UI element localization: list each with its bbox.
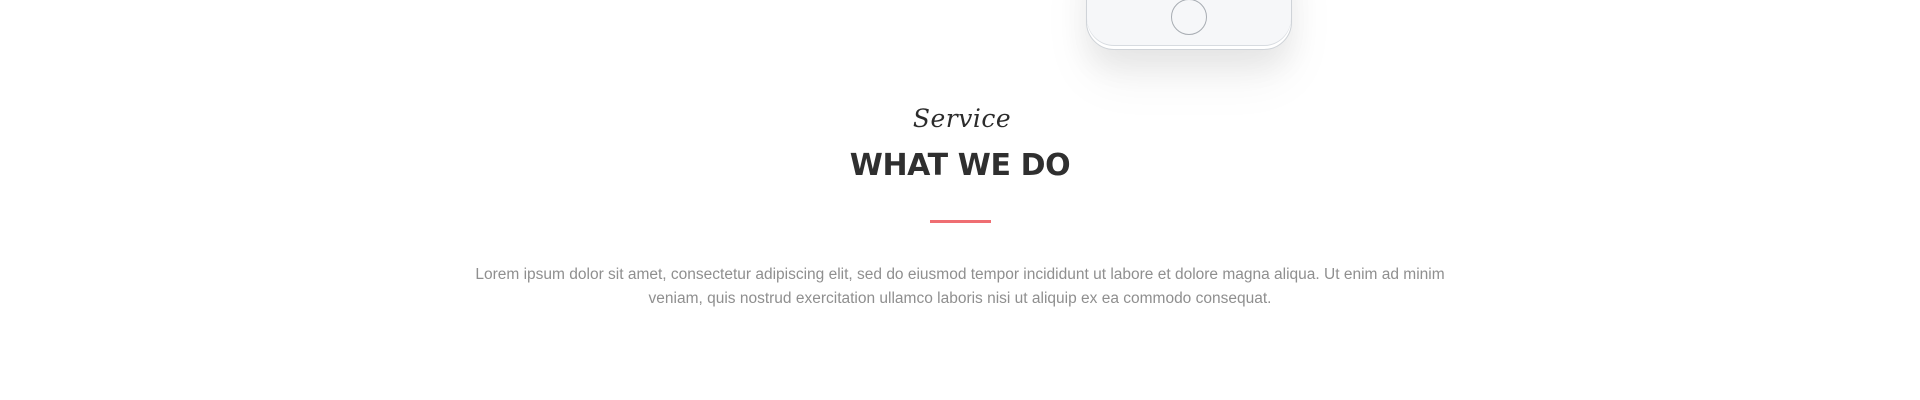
section-description: Lorem ipsum dolor sit amet, consectetur …: [475, 266, 1445, 307]
what-we-do-section: Service WHAT WE DO Lorem ipsum dolor sit…: [0, 0, 1920, 400]
section-title: WHAT WE DO: [849, 148, 1071, 183]
accent-divider: [930, 220, 991, 223]
section-eyebrow: Service: [912, 104, 1012, 133]
